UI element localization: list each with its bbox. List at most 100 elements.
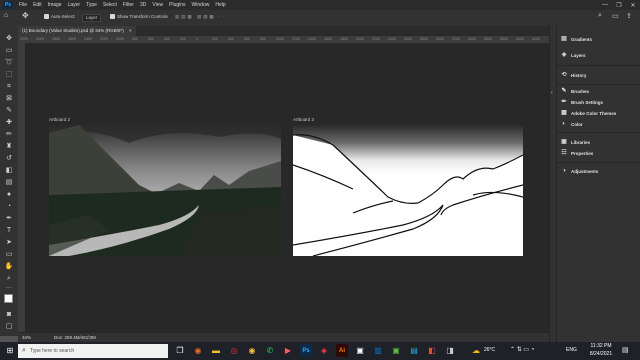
artboard-label[interactable]: Artboard 2: [49, 117, 70, 122]
blur-tool-icon[interactable]: ●: [4, 190, 14, 199]
home-icon[interactable]: ⌂: [4, 12, 8, 19]
panel-brush-settings[interactable]: ✏ Brush Settings: [561, 99, 603, 105]
menu-filter[interactable]: Filter: [123, 2, 134, 8]
clock-time[interactable]: 11:32 PM: [586, 343, 616, 349]
youtube-icon[interactable]: ▶: [282, 344, 294, 357]
menu-view[interactable]: View: [152, 2, 163, 8]
panel-properties[interactable]: ☷ Properties: [561, 150, 593, 156]
app-green-icon[interactable]: ▣: [390, 344, 402, 357]
search-icon[interactable]: ⌕: [598, 12, 602, 20]
panel-brushes[interactable]: ✎ Brushes: [561, 88, 589, 94]
taskbar-search-box[interactable]: ⌕ Type here to search: [18, 344, 168, 358]
ruler-tick: 1000: [276, 37, 284, 41]
whatsapp-icon[interactable]: ✆: [264, 344, 276, 357]
artboard-sketch[interactable]: [293, 125, 523, 256]
media-player-icon[interactable]: ▣: [354, 344, 366, 357]
opera-icon[interactable]: ◎: [228, 344, 240, 357]
gradient-tool-icon[interactable]: ▤: [4, 178, 14, 187]
vertical-ruler[interactable]: [18, 43, 25, 332]
object-select-tool-icon[interactable]: ⬚: [4, 70, 14, 79]
menu-layer[interactable]: Layer: [68, 2, 81, 8]
dodge-tool-icon[interactable]: ◔: [4, 202, 14, 211]
panel-adobe-color-themes[interactable]: ▦ Adobe Color Themes: [561, 110, 616, 116]
foreground-color-swatch[interactable]: [4, 294, 13, 303]
minimize-button[interactable]: —: [598, 0, 612, 10]
system-tray-icons[interactable]: ⌃ ⇅ ▭ ◔: [510, 346, 534, 353]
quick-mask-icon[interactable]: ◙: [4, 310, 14, 319]
menu-edit[interactable]: Edit: [33, 2, 42, 8]
menu-file[interactable]: File: [19, 2, 27, 8]
pen-tool-icon[interactable]: ✒: [4, 214, 14, 223]
panel-gradients[interactable]: ▤ Gradients: [561, 36, 592, 42]
lasso-tool-icon[interactable]: ➰: [4, 58, 14, 67]
rectangle-tool-icon[interactable]: ▭: [4, 250, 14, 259]
app-gray-icon[interactable]: ◨: [444, 344, 456, 357]
trello-icon[interactable]: ▥: [372, 344, 384, 357]
history-brush-icon[interactable]: ↺: [4, 154, 14, 163]
menu-plugins[interactable]: Plugins: [169, 2, 185, 8]
move-tool-icon[interactable]: ✥: [22, 11, 29, 20]
hand-tool-icon[interactable]: ✋: [4, 262, 14, 271]
screen-mode-icon[interactable]: ▢: [4, 322, 14, 331]
crop-tool-icon[interactable]: ⌗: [4, 82, 14, 91]
zoom-tool-icon[interactable]: ⌕: [4, 274, 14, 283]
menu-type[interactable]: Type: [86, 2, 97, 8]
auto-select-checkbox[interactable]: Auto-Select:: [44, 14, 76, 19]
frame-tool-icon[interactable]: ⊠: [4, 94, 14, 103]
notifications-icon[interactable]: ▤: [622, 346, 629, 354]
menu-image[interactable]: Image: [48, 2, 62, 8]
brush-tool-icon[interactable]: ✏: [4, 130, 14, 139]
collapse-panels-icon[interactable]: ‹: [551, 90, 553, 96]
eraser-tool-icon[interactable]: ◧: [4, 166, 14, 175]
close-tab-icon[interactable]: ×: [129, 28, 132, 33]
zoom-level[interactable]: 34%: [22, 335, 31, 340]
menu-window[interactable]: Window: [192, 2, 210, 8]
move-tool-icon[interactable]: ✥: [4, 34, 14, 43]
chrome-icon[interactable]: ◉: [192, 344, 204, 357]
menu-help[interactable]: Help: [215, 2, 225, 8]
panel-libraries[interactable]: ▣ Libraries: [561, 139, 590, 145]
status-menu-icon[interactable]: ›: [88, 334, 90, 340]
chrome-alt-icon[interactable]: ◉: [246, 344, 258, 357]
app-red-icon[interactable]: ◧: [426, 344, 438, 357]
panel-adjustments[interactable]: ◑ Adjustments: [561, 168, 598, 174]
artboard-tool-icon[interactable]: ▭: [4, 46, 14, 55]
artboard-label[interactable]: Artboard 3: [293, 117, 314, 122]
maximize-button[interactable]: ❐: [612, 0, 626, 10]
share-icon[interactable]: ⇪: [626, 12, 632, 20]
healing-brush-icon[interactable]: ✚: [4, 118, 14, 127]
auto-select-target-select[interactable]: Layer: [82, 14, 102, 22]
menu-3d[interactable]: 3D: [140, 2, 146, 8]
language-indicator[interactable]: ENG: [566, 347, 577, 353]
app-icon[interactable]: ◈: [318, 344, 330, 357]
document-tab[interactable]: (1) Boundary (Value Studies).psd @ 34% (…: [18, 26, 136, 36]
weather-temp[interactable]: 26°C: [484, 347, 495, 353]
photoshop-taskbar-icon[interactable]: Ps: [300, 344, 312, 357]
type-tool-icon[interactable]: T: [4, 226, 14, 235]
weather-icon[interactable]: ☁: [470, 344, 482, 357]
app-blue-icon[interactable]: ▤: [408, 344, 420, 357]
clone-stamp-icon[interactable]: ♜: [4, 142, 14, 151]
windows-start-icon[interactable]: ⊞: [4, 344, 16, 357]
ruler-tick: 800: [260, 37, 266, 41]
illustrator-taskbar-icon[interactable]: Ai: [336, 344, 348, 357]
path-select-icon[interactable]: ➤: [4, 238, 14, 247]
panel-layers[interactable]: ◈ Layers: [561, 52, 586, 58]
artboard-photo[interactable]: [49, 125, 281, 256]
canvas-area[interactable]: Artboard 2 Artboard 3: [25, 43, 549, 332]
clock-date[interactable]: 8/24/2021: [586, 351, 616, 357]
panel-color[interactable]: ◐ Color: [561, 121, 583, 127]
show-transform-checkbox[interactable]: Show Transform Controls: [110, 14, 168, 19]
panel-label: Color: [571, 121, 583, 127]
close-window-button[interactable]: ✕: [626, 0, 640, 10]
edit-toolbar-icon[interactable]: ···: [4, 284, 14, 293]
panel-history[interactable]: ⟲ History: [561, 72, 586, 78]
task-view-icon[interactable]: ❐: [174, 344, 186, 357]
align-icons[interactable]: ▥▤▦ ▧▨▩ ···: [175, 14, 230, 20]
workspace-icon[interactable]: ▭: [612, 12, 619, 20]
menu-select[interactable]: Select: [103, 2, 117, 8]
ruler-tick: 2600: [404, 37, 412, 41]
eyedropper-tool-icon[interactable]: ✎: [4, 106, 14, 115]
file-explorer-icon[interactable]: ▬: [210, 344, 222, 357]
color-icon: ◐: [562, 121, 566, 127]
